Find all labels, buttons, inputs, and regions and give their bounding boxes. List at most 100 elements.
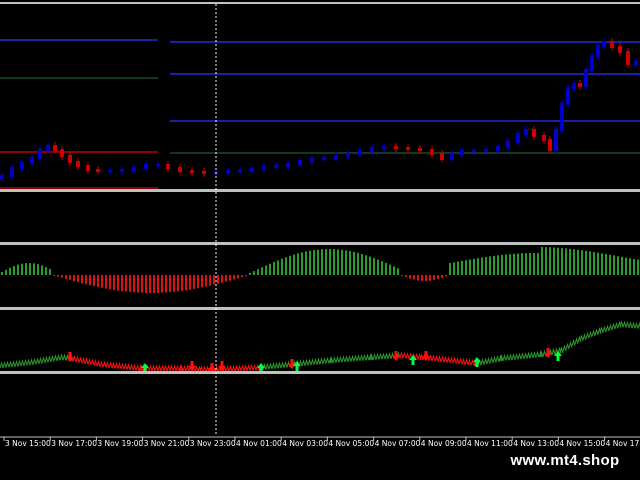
pane-separator[interactable] bbox=[0, 307, 640, 310]
candle[interactable] bbox=[578, 83, 582, 87]
histogram-bar bbox=[525, 253, 527, 275]
candle[interactable] bbox=[202, 171, 206, 174]
candle[interactable] bbox=[370, 147, 374, 152]
candle[interactable] bbox=[524, 129, 528, 135]
histogram-bar bbox=[549, 247, 551, 275]
histogram-bar bbox=[433, 275, 435, 281]
candle[interactable] bbox=[596, 45, 600, 57]
histogram-bar bbox=[185, 275, 187, 291]
candle[interactable] bbox=[472, 150, 476, 152]
candle[interactable] bbox=[322, 157, 326, 160]
candle[interactable] bbox=[542, 135, 546, 141]
candle[interactable] bbox=[250, 168, 254, 171]
candle[interactable] bbox=[30, 157, 34, 164]
histogram-bar bbox=[533, 253, 535, 275]
candle[interactable] bbox=[262, 166, 266, 170]
histogram-bar bbox=[389, 264, 391, 275]
candle[interactable] bbox=[334, 155, 338, 159]
candle[interactable] bbox=[634, 61, 638, 65]
candle[interactable] bbox=[450, 153, 454, 160]
histogram-bar bbox=[369, 256, 371, 275]
candle[interactable] bbox=[166, 164, 170, 169]
candle[interactable] bbox=[602, 41, 606, 47]
candle[interactable] bbox=[108, 170, 112, 172]
candle[interactable] bbox=[86, 165, 90, 171]
histogram-bar bbox=[437, 275, 439, 280]
histogram-bar bbox=[289, 255, 291, 275]
candle[interactable] bbox=[554, 129, 558, 151]
histogram-bar bbox=[297, 253, 299, 275]
candle[interactable] bbox=[618, 46, 622, 53]
candle[interactable] bbox=[68, 155, 72, 163]
candle[interactable] bbox=[310, 158, 314, 162]
time-axis-label: 4 Nov 09:00 bbox=[421, 439, 467, 448]
candle[interactable] bbox=[506, 141, 510, 148]
pane-separator[interactable] bbox=[0, 189, 640, 192]
histogram-bar bbox=[301, 252, 303, 275]
candle[interactable] bbox=[238, 169, 242, 172]
histogram-bar bbox=[309, 250, 311, 275]
histogram-bar bbox=[397, 268, 399, 275]
candle[interactable] bbox=[382, 146, 386, 149]
candle[interactable] bbox=[274, 165, 278, 168]
histogram-bar bbox=[585, 250, 587, 275]
candle[interactable] bbox=[418, 148, 422, 151]
candle[interactable] bbox=[60, 149, 64, 157]
candle[interactable] bbox=[406, 147, 410, 150]
candle[interactable] bbox=[548, 139, 552, 151]
histogram-bar bbox=[97, 275, 99, 288]
time-axis-label: 3 Nov 19:00 bbox=[97, 439, 143, 448]
histogram-bar bbox=[441, 275, 443, 278]
candle[interactable] bbox=[132, 167, 136, 171]
histogram-bar bbox=[89, 275, 91, 286]
candle[interactable] bbox=[46, 145, 50, 151]
histogram-bar bbox=[497, 255, 499, 275]
candle[interactable] bbox=[0, 175, 4, 179]
candle[interactable] bbox=[178, 167, 182, 172]
histogram-bar bbox=[153, 275, 155, 293]
candle[interactable] bbox=[430, 149, 434, 155]
candle[interactable] bbox=[96, 169, 100, 172]
candle[interactable] bbox=[610, 41, 614, 48]
candle[interactable] bbox=[460, 150, 464, 155]
candle[interactable] bbox=[120, 169, 124, 172]
candle[interactable] bbox=[572, 83, 576, 89]
candle[interactable] bbox=[496, 146, 500, 151]
candle[interactable] bbox=[156, 164, 160, 166]
candle[interactable] bbox=[346, 153, 350, 157]
histogram-bar bbox=[213, 275, 215, 285]
chart-window[interactable]: 3 Nov 15:00 3 Nov 17:00 3 Nov 19:00 3 Nov 2… bbox=[0, 0, 640, 480]
candle[interactable] bbox=[10, 167, 14, 177]
pane-separator[interactable] bbox=[0, 242, 640, 245]
histogram-bar bbox=[409, 275, 411, 279]
candle[interactable] bbox=[190, 170, 194, 173]
candle[interactable] bbox=[532, 129, 536, 137]
candle[interactable] bbox=[440, 153, 444, 160]
histogram-bar bbox=[353, 251, 355, 275]
candle[interactable] bbox=[626, 51, 630, 65]
histogram-bar bbox=[349, 251, 351, 275]
candle[interactable] bbox=[20, 162, 24, 169]
candle[interactable] bbox=[76, 161, 80, 167]
candle[interactable] bbox=[560, 103, 564, 131]
candle[interactable] bbox=[590, 55, 594, 71]
candle[interactable] bbox=[226, 170, 230, 173]
candle[interactable] bbox=[484, 149, 488, 152]
histogram-bar bbox=[65, 275, 67, 279]
candle[interactable] bbox=[584, 69, 588, 87]
candle[interactable] bbox=[566, 87, 570, 105]
pane-separator[interactable] bbox=[0, 371, 640, 374]
candle[interactable] bbox=[144, 164, 148, 169]
candle[interactable] bbox=[298, 160, 302, 165]
histogram-bar bbox=[501, 254, 503, 275]
candle[interactable] bbox=[38, 149, 42, 159]
candle[interactable] bbox=[516, 133, 520, 143]
histogram-bar bbox=[617, 256, 619, 275]
candle[interactable] bbox=[394, 146, 398, 149]
candle[interactable] bbox=[286, 163, 290, 167]
candle[interactable] bbox=[53, 145, 57, 151]
histogram-bar bbox=[277, 260, 279, 275]
histogram-bar bbox=[393, 266, 395, 275]
candle[interactable] bbox=[358, 150, 362, 155]
histogram-bar bbox=[93, 275, 95, 287]
